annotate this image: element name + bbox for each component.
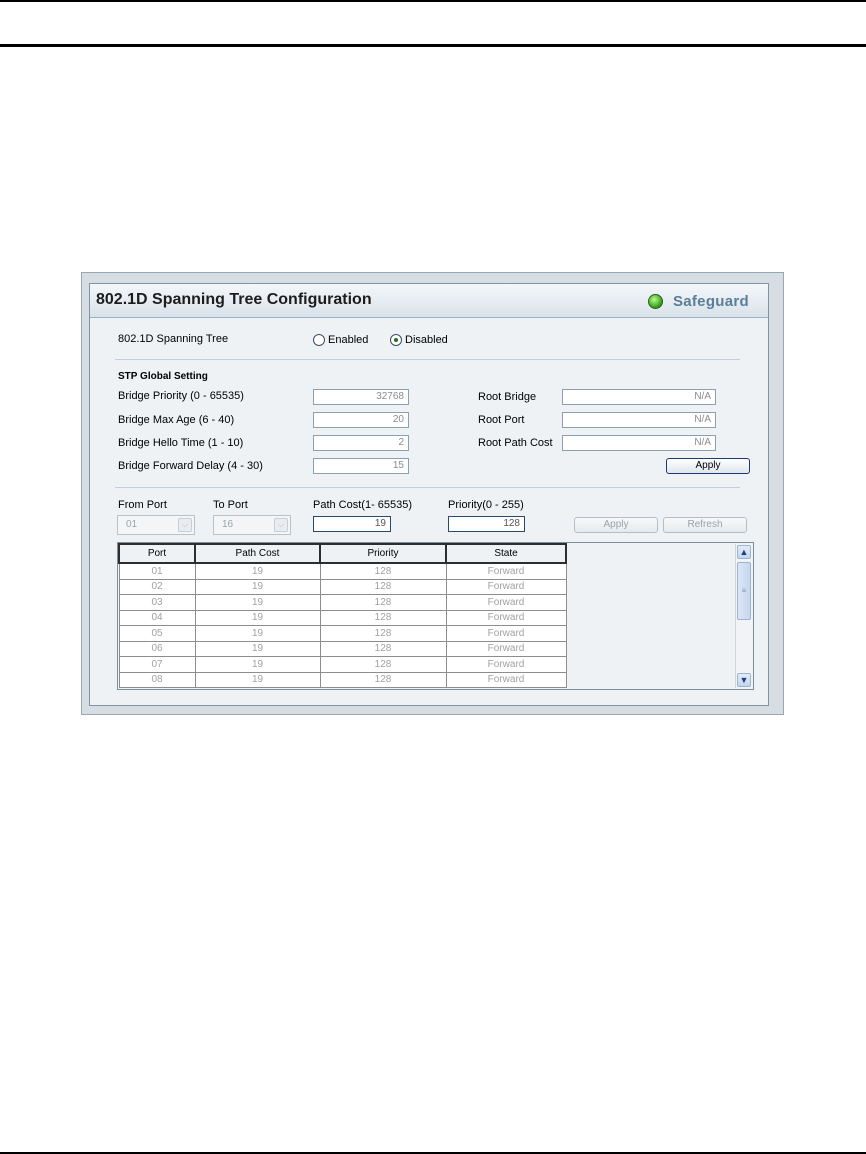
cell-state: Forward <box>445 609 567 626</box>
scroll-up-icon[interactable]: ▲ <box>737 545 751 559</box>
global-heading: STP Global Setting <box>118 371 208 382</box>
col-header-port: Port <box>118 543 196 564</box>
chevron-down-icon: ⌵ <box>178 518 192 532</box>
port-table: Port Path Cost Priority State 01 19 128 … <box>118 543 567 688</box>
divider-2 <box>115 487 740 488</box>
bridge-forward-delay-label: Bridge Forward Delay (4 - 30) <box>118 460 263 472</box>
bridge-forward-delay-field[interactable]: 15 <box>313 458 409 474</box>
stp-disabled-label: Disabled <box>405 334 448 346</box>
root-bridge-label: Root Bridge <box>478 391 537 403</box>
radio-disabled-icon <box>390 334 402 346</box>
table-row: 06 19 128 Forward <box>118 640 567 657</box>
bridge-priority-label: Bridge Priority (0 - 65535) <box>118 390 244 402</box>
from-port-value: 01 <box>126 519 138 530</box>
refresh-button[interactable]: Refresh <box>663 517 747 533</box>
table-row: 05 19 128 Forward <box>118 625 567 642</box>
cell-state: Forward <box>445 578 567 595</box>
cell-state: Forward <box>445 671 567 688</box>
chevron-down-icon: ⌵ <box>274 518 288 532</box>
table-row: 07 19 128 Forward <box>118 656 567 673</box>
cell-priority: 128 <box>319 609 447 626</box>
stp-label: 802.1D Spanning Tree <box>118 333 229 345</box>
status-led-icon <box>647 294 663 309</box>
bridge-max-age-field[interactable]: 20 <box>313 412 409 428</box>
root-bridge-field: N/A <box>562 389 716 405</box>
cell-state: Forward <box>445 562 567 580</box>
page-header-rule <box>0 44 866 47</box>
cell-path-cost: 19 <box>194 594 321 611</box>
to-port-value: 16 <box>222 519 234 530</box>
cell-state: Forward <box>445 656 567 673</box>
cell-priority: 128 <box>319 625 447 642</box>
cell-port: 06 <box>118 640 196 657</box>
scroll-thumb[interactable]: ≡ <box>737 562 751 620</box>
cell-state: Forward <box>445 625 567 642</box>
cell-priority: 128 <box>319 578 447 595</box>
cell-path-cost: 19 <box>194 640 321 657</box>
col-header-path-cost: Path Cost <box>194 543 321 564</box>
table-row: 03 19 128 Forward <box>118 594 567 611</box>
table-row: 01 19 128 Forward <box>118 562 567 580</box>
root-path-cost-label: Root Path Cost <box>478 437 553 449</box>
panel-titlebar: 802.1D Spanning Tree Configuration Safeg… <box>90 284 768 318</box>
cell-port: 02 <box>118 578 196 595</box>
cell-priority: 128 <box>319 594 447 611</box>
stp-disabled-radio[interactable]: Disabled <box>390 334 448 346</box>
to-port-select[interactable]: 16 ⌵ <box>213 515 291 535</box>
cell-path-cost: 19 <box>194 671 321 688</box>
col-header-priority: Priority <box>319 543 447 564</box>
page-top-rule <box>0 0 866 2</box>
to-port-label: To Port <box>213 499 248 511</box>
cell-port: 04 <box>118 609 196 626</box>
col-header-state: State <box>445 543 567 564</box>
root-path-cost-field: N/A <box>562 435 716 451</box>
table-row: 08 19 128 Forward <box>118 671 567 688</box>
table-row: 04 19 128 Forward <box>118 609 567 626</box>
cell-port: 01 <box>118 562 196 580</box>
safeguard-label: Safeguard <box>672 293 749 310</box>
stp-enabled-radio[interactable]: Enabled <box>313 334 368 346</box>
table-row: 02 19 128 Forward <box>118 578 567 595</box>
cell-path-cost: 19 <box>194 578 321 595</box>
table-header-row: Port Path Cost Priority State <box>118 543 567 564</box>
cell-priority: 128 <box>319 671 447 688</box>
page-title: 802.1D Spanning Tree Configuration <box>96 291 372 308</box>
radio-enabled-icon <box>313 334 325 346</box>
divider-1 <box>115 359 740 360</box>
priority-input[interactable]: 128 <box>448 516 525 532</box>
from-port-select[interactable]: 01 ⌵ <box>117 515 195 535</box>
safeguard-indicator: Safeguard <box>647 293 749 310</box>
root-port-field: N/A <box>562 412 716 428</box>
bridge-max-age-label: Bridge Max Age (6 - 40) <box>118 414 235 426</box>
table-scrollbar[interactable]: ▲ ≡ ▼ <box>735 544 752 688</box>
stp-enabled-label: Enabled <box>328 334 369 346</box>
port-table-container: Port Path Cost Priority State 01 19 128 … <box>117 542 754 690</box>
path-cost-input[interactable]: 19 <box>313 516 391 532</box>
from-port-label: From Port <box>118 499 167 511</box>
cell-path-cost: 19 <box>194 562 321 580</box>
path-cost-label: Path Cost(1- 65535) <box>313 499 413 511</box>
cell-state: Forward <box>445 594 567 611</box>
cell-port: 03 <box>118 594 196 611</box>
cell-state: Forward <box>445 640 567 657</box>
root-port-label: Root Port <box>478 414 525 426</box>
cell-port: 08 <box>118 671 196 688</box>
bridge-hello-time-label: Bridge Hello Time (1 - 10) <box>118 437 244 449</box>
cell-port: 05 <box>118 625 196 642</box>
cell-priority: 128 <box>319 640 447 657</box>
bridge-priority-field[interactable]: 32768 <box>313 389 409 405</box>
cell-priority: 128 <box>319 562 447 580</box>
cell-path-cost: 19 <box>194 656 321 673</box>
bridge-hello-time-field[interactable]: 2 <box>313 435 409 451</box>
cell-priority: 128 <box>319 656 447 673</box>
port-apply-button[interactable]: Apply <box>574 517 658 533</box>
cell-port: 07 <box>118 656 196 673</box>
priority-label: Priority(0 - 255) <box>448 499 524 511</box>
cell-path-cost: 19 <box>194 625 321 642</box>
scroll-down-icon[interactable]: ▼ <box>737 673 751 687</box>
cell-path-cost: 19 <box>194 609 321 626</box>
global-apply-button[interactable]: Apply <box>666 458 750 474</box>
